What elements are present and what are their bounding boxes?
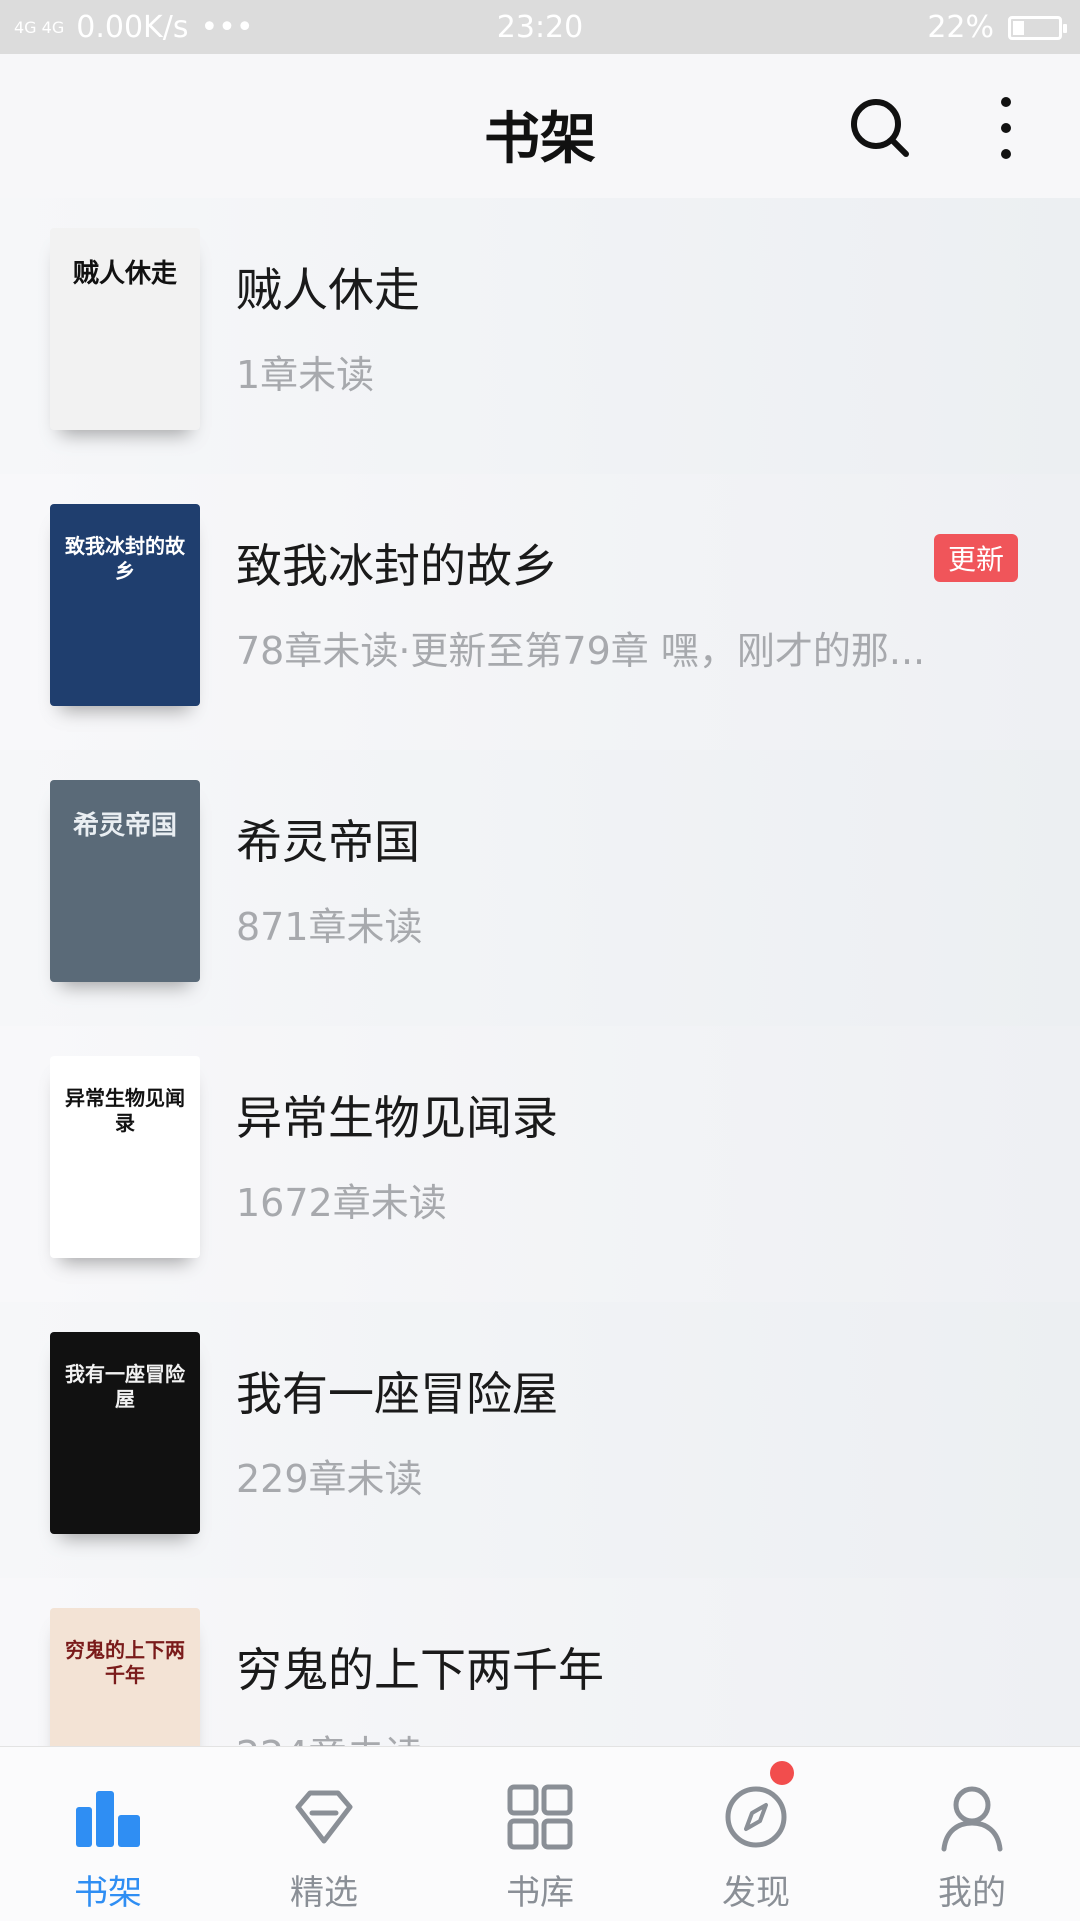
nav-label: 发现 (722, 1873, 790, 1913)
cover-title: 贼人休走 (72, 259, 177, 289)
battery-percent: 22% (927, 10, 994, 45)
book-item[interactable]: 希灵帝国 希灵帝国 871章未读 (0, 750, 1080, 1026)
book-cover: 致我冰封的故乡 (50, 504, 200, 706)
nav-label: 书架 (74, 1873, 142, 1913)
book-item[interactable]: 异常生物见闻录 异常生物见闻录 1672章未读 (0, 1026, 1080, 1302)
notification-dot (770, 1761, 794, 1785)
nav-item-discover[interactable]: 发现 (648, 1747, 864, 1921)
cover-title: 我有一座冒险屋 (65, 1362, 185, 1411)
book-title: 异常生物见闻录 (236, 1091, 558, 1145)
book-title: 希灵帝国 (236, 815, 420, 869)
compass-icon (725, 1786, 787, 1848)
bottom-nav: 书架 精选 书库 发现 我的 (0, 1746, 1080, 1921)
cover-title: 希灵帝国 (72, 811, 177, 841)
app-header: 书架 (0, 54, 1080, 199)
book-item[interactable]: 贼人休走 贼人休走 1章未读 (0, 198, 1080, 474)
nav-label: 我的 (938, 1873, 1006, 1913)
book-cover: 贼人休走 (50, 228, 200, 430)
grid-icon (507, 1784, 573, 1850)
more-menu-icon[interactable] (996, 94, 1016, 162)
book-cover: 异常生物见闻录 (50, 1056, 200, 1258)
book-title: 我有一座冒险屋 (236, 1367, 558, 1421)
nav-item-me[interactable]: 我的 (864, 1747, 1080, 1921)
status-right: 22% (927, 10, 1067, 45)
unread-info: 224章未读 (236, 1724, 996, 1746)
nav-label: 精选 (290, 1873, 358, 1913)
book-item[interactable]: 致我冰封的故乡 致我冰封的故乡 更新 78章未读·更新至第79章 嘿，刚才的那.… (0, 474, 1080, 750)
book-title: 贼人休走 (236, 263, 420, 317)
user-icon (941, 1786, 1003, 1852)
unread-info: 871章未读 (236, 905, 423, 949)
bookshelf-icon (76, 1791, 140, 1847)
book-item[interactable]: 穷鬼的上下两千年 穷鬼的上下两千年 224章未读 (0, 1578, 1080, 1746)
unread-info: 78章未读·更新至第79章 嘿，刚才的那... (236, 629, 926, 673)
clock: 23:20 (496, 10, 584, 45)
book-item[interactable]: 我有一座冒险屋 我有一座冒险屋 229章未读 (0, 1302, 1080, 1578)
nav-label: 书库 (506, 1873, 574, 1913)
update-badge: 更新 (934, 534, 1018, 582)
battery-icon (1008, 15, 1067, 40)
diamond-icon (295, 1790, 353, 1844)
unread-info: 1章未读 (236, 353, 375, 397)
cover-title: 致我冰封的故乡 (65, 534, 185, 583)
book-cover: 希灵帝国 (50, 780, 200, 982)
search-icon[interactable] (848, 96, 912, 160)
book-list: 贼人休走 贼人休走 1章未读 致我冰封的故乡 致我冰封的故乡 更新 78章未读·… (0, 198, 1080, 1746)
book-cover: 我有一座冒险屋 (50, 1332, 200, 1534)
book-cover: 穷鬼的上下两千年 (50, 1608, 200, 1746)
cover-title: 穷鬼的上下两千年 (65, 1638, 185, 1687)
book-title: 穷鬼的上下两千年 (236, 1643, 604, 1697)
unread-info: 1672章未读 (236, 1181, 447, 1225)
status-bar: 4G 4G 0.00K/s ••• 23:20 22% (0, 0, 1080, 54)
nav-item-featured[interactable]: 精选 (216, 1747, 432, 1921)
cover-title: 异常生物见闻录 (65, 1086, 185, 1135)
book-title: 致我冰封的故乡 (236, 539, 558, 593)
nav-item-bookshelf[interactable]: 书架 (0, 1747, 216, 1921)
page-title: 书架 (484, 107, 596, 172)
unread-info: 229章未读 (236, 1457, 423, 1501)
nav-item-library[interactable]: 书库 (432, 1747, 648, 1921)
battery-fill (1013, 20, 1024, 35)
